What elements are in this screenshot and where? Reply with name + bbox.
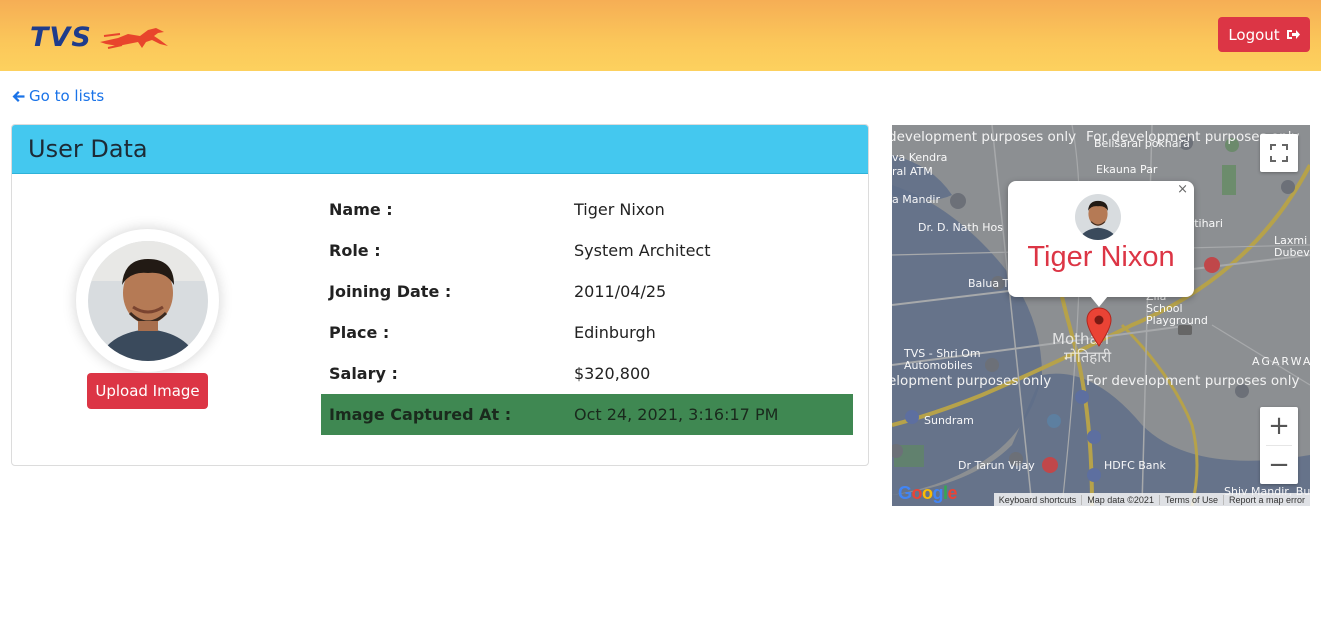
- fullscreen-button[interactable]: [1260, 134, 1298, 172]
- map-label: Dr Tarun Vijay: [958, 459, 1035, 472]
- detail-label: Joining Date :: [329, 282, 452, 301]
- map-label: Balua T: [968, 277, 1010, 290]
- user-avatar: [87, 240, 208, 361]
- arrow-left-icon: [12, 90, 25, 102]
- map-label: Dr. D. Nath Hos: [918, 221, 1003, 234]
- map-label: Laxmi Dubev: [1274, 234, 1310, 259]
- detail-row-name: Name : Tiger Nixon: [321, 189, 853, 230]
- map-footer: Keyboard shortcuts Map data ©2021 Terms …: [993, 493, 1310, 506]
- dev-watermark: For development purposes only: [1086, 373, 1300, 389]
- detail-label: Place :: [329, 323, 390, 342]
- map-label: a Mandir: [892, 193, 941, 206]
- map-label: va Kendra: [892, 151, 948, 164]
- brand-logo[interactable]: TVS: [30, 22, 170, 53]
- horse-logo-icon: [99, 27, 168, 49]
- detail-row-salary: Salary : $320,800: [321, 353, 853, 394]
- detail-label: Image Captured At :: [329, 405, 512, 424]
- card-header: User Data: [12, 125, 868, 174]
- detail-row-image-captured-at: Image Captured At : Oct 24, 2021, 3:16:1…: [321, 394, 853, 435]
- zoom-controls: + −: [1260, 407, 1298, 484]
- detail-value: Edinburgh: [574, 323, 656, 342]
- keyboard-shortcuts-link[interactable]: Keyboard shortcuts: [994, 495, 1082, 505]
- map-marker-icon[interactable]: [1086, 307, 1112, 347]
- dev-watermark: elopment purposes only: [892, 373, 1052, 389]
- detail-value: Oct 24, 2021, 3:16:17 PM: [574, 405, 779, 424]
- user-details-table: Name : Tiger Nixon Role : System Archite…: [321, 189, 853, 435]
- zoom-in-button[interactable]: +: [1260, 407, 1298, 445]
- user-data-card: User Data Upload Image Name : Tiger Nixo…: [11, 124, 869, 466]
- map-info-window: × Tiger Nixon: [1008, 181, 1194, 297]
- go-to-lists-link[interactable]: Go to lists: [12, 87, 104, 105]
- avatar-frame: [76, 229, 219, 372]
- detail-row-role: Role : System Architect: [321, 230, 853, 271]
- detail-row-place: Place : Edinburgh: [321, 312, 853, 353]
- info-window-tail: [1090, 296, 1108, 307]
- google-map[interactable]: Belisarai pokhara Ekauna Par Dr. D. Nath…: [892, 125, 1310, 506]
- logout-label: Logout: [1228, 25, 1280, 44]
- info-window-name: Tiger Nixon: [1027, 241, 1175, 273]
- top-header: TVS Logout: [0, 0, 1321, 71]
- close-icon[interactable]: ×: [1177, 182, 1188, 197]
- info-window-avatar: [1075, 194, 1121, 240]
- detail-row-joining-date: Joining Date : 2011/04/25: [321, 271, 853, 312]
- dev-watermark: development purposes only: [892, 129, 1077, 145]
- fullscreen-icon: [1270, 144, 1288, 162]
- detail-value: $320,800: [574, 364, 651, 383]
- detail-value: System Architect: [574, 241, 711, 260]
- detail-value: 2011/04/25: [574, 282, 667, 301]
- detail-value: Tiger Nixon: [574, 200, 665, 219]
- logout-button[interactable]: Logout: [1218, 17, 1310, 52]
- map-label: Ekauna Par: [1096, 163, 1158, 176]
- brand-text: TVS: [30, 22, 92, 53]
- detail-label: Name :: [329, 200, 393, 219]
- map-label: ral ATM: [892, 165, 933, 178]
- map-label: HDFC Bank: [1104, 459, 1166, 472]
- detail-label: Salary :: [329, 364, 398, 383]
- sign-out-icon: [1286, 30, 1300, 39]
- report-map-error-link[interactable]: Report a map error: [1222, 494, 1310, 505]
- google-logo[interactable]: Google: [898, 483, 958, 504]
- map-data-text: Map data ©2021: [1081, 494, 1159, 505]
- card-title: User Data: [28, 135, 148, 163]
- map-label: AGARWA: [1252, 355, 1310, 368]
- map-label: Sundram: [924, 414, 974, 427]
- map-label: मोतिहारी: [1064, 348, 1112, 366]
- map-label: TVS - Shri Om Automobiles: [904, 347, 981, 372]
- upload-image-button[interactable]: Upload Image: [87, 373, 208, 409]
- zoom-out-button[interactable]: −: [1260, 446, 1298, 484]
- terms-of-use-link[interactable]: Terms of Use: [1158, 494, 1223, 505]
- go-to-lists-label: Go to lists: [29, 87, 105, 105]
- detail-label: Role :: [329, 241, 381, 260]
